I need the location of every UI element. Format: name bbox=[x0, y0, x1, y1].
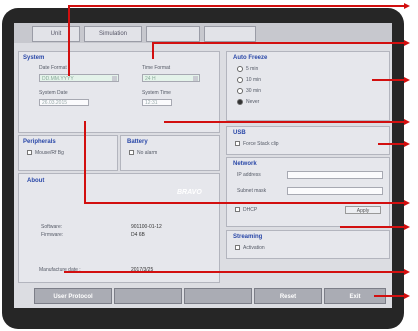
callout-line-time-format-drop bbox=[152, 42, 154, 59]
system-title: System bbox=[23, 55, 45, 61]
battery-panel: Battery No alarm bbox=[120, 135, 220, 171]
callout-arrow-icon bbox=[404, 269, 410, 275]
auto-freeze-radio-never[interactable] bbox=[237, 99, 243, 105]
streaming-checkbox[interactable] bbox=[235, 245, 240, 250]
peripherals-option-label: Mouse/Rf Bg bbox=[35, 150, 64, 156]
about-title: About bbox=[27, 178, 45, 184]
callout-arrow-icon bbox=[404, 40, 410, 46]
auto-freeze-panel: Auto Freeze 5 min 10 min 30 min Never bbox=[226, 51, 390, 121]
usb-panel: USB Force Stack clip bbox=[226, 126, 390, 155]
dhcp-label: DHCP bbox=[243, 207, 258, 213]
software-label: Software: bbox=[41, 224, 63, 230]
auto-freeze-option-label: Never bbox=[246, 99, 260, 105]
tab-4[interactable] bbox=[204, 26, 256, 42]
auto-freeze-option-label: 30 min bbox=[246, 88, 262, 94]
callout-line-network bbox=[340, 226, 404, 228]
auto-freeze-option-label: 5 min bbox=[246, 66, 259, 72]
callout-line-about bbox=[64, 271, 404, 273]
streaming-title: Streaming bbox=[233, 234, 263, 240]
auto-freeze-radio-30min[interactable] bbox=[237, 88, 243, 94]
callout-arrow-icon bbox=[404, 200, 410, 206]
date-format-value: DD.MM.YYYY bbox=[42, 76, 74, 82]
callout-line-usb bbox=[378, 143, 404, 145]
ip-address-input[interactable] bbox=[287, 171, 383, 179]
callout-line-exit bbox=[374, 295, 404, 297]
callout-arrow-icon bbox=[404, 3, 410, 9]
about-panel: About BRAVO Software: 901100-01-12 Firmw… bbox=[18, 173, 220, 283]
auto-freeze-radio-10min[interactable] bbox=[237, 77, 243, 83]
peripherals-panel: Peripherals Mouse/Rf Bg bbox=[18, 135, 118, 171]
callout-line-system bbox=[68, 5, 404, 7]
callout-arrow-icon bbox=[404, 141, 410, 147]
user-protocol-button[interactable]: User Protocol bbox=[34, 288, 112, 304]
time-format-value: 24 H bbox=[145, 76, 156, 82]
callout-line-system-date-drop bbox=[84, 121, 86, 204]
firmware-value: D4 6B bbox=[131, 232, 145, 238]
network-title: Network bbox=[233, 161, 257, 167]
time-format-select[interactable]: 24 H bbox=[142, 74, 200, 82]
chevron-down-icon bbox=[193, 76, 198, 81]
settings-screen: Unit Simulation System Date Format DD.MM… bbox=[14, 23, 392, 308]
system-time-field[interactable]: 12:31 bbox=[142, 99, 172, 106]
tab-bar: Unit Simulation bbox=[14, 23, 392, 43]
ip-address-label: IP address bbox=[237, 172, 261, 178]
chevron-down-icon bbox=[112, 76, 117, 81]
callout-line-time-format bbox=[152, 42, 404, 44]
tab-3[interactable] bbox=[146, 26, 200, 42]
battery-option-label: No alarm bbox=[137, 150, 158, 156]
software-value: 901100-01-12 bbox=[131, 224, 162, 230]
brand-logo: BRAVO bbox=[177, 189, 202, 196]
usb-title: USB bbox=[233, 130, 246, 136]
subnet-mask-label: Subnet mask bbox=[237, 188, 267, 194]
reset-button[interactable]: Reset bbox=[254, 288, 322, 304]
peripherals-title: Peripherals bbox=[23, 139, 56, 145]
streaming-panel: Streaming Activation bbox=[226, 230, 390, 259]
network-panel: Network IP address Subnet mask DHCP Appl… bbox=[226, 157, 390, 227]
firmware-label: Firmware: bbox=[41, 232, 64, 238]
battery-checkbox[interactable] bbox=[129, 150, 134, 155]
auto-freeze-option-label: 10 min bbox=[246, 77, 262, 83]
callout-line-system-time bbox=[164, 121, 404, 123]
date-format-select[interactable]: DD.MM.YYYY bbox=[39, 74, 119, 82]
system-date-field[interactable]: 26.03.2015 bbox=[39, 99, 89, 106]
callout-line-auto-freeze bbox=[372, 79, 404, 81]
usb-option-label: Force Stack clip bbox=[243, 141, 279, 147]
system-date-label: System Date bbox=[39, 90, 68, 96]
callout-arrow-icon bbox=[404, 77, 410, 83]
callout-line-system-drop bbox=[68, 5, 70, 76]
callout-line-system-date bbox=[84, 202, 404, 204]
streaming-option-label: Activation bbox=[243, 245, 265, 251]
tab-unit[interactable]: Unit bbox=[32, 26, 80, 42]
subnet-mask-input[interactable] bbox=[287, 187, 383, 195]
time-format-label: Time Format bbox=[142, 65, 171, 71]
tab-simulation[interactable]: Simulation bbox=[84, 26, 142, 42]
date-format-label: Date Format bbox=[39, 65, 67, 71]
bottom-button-2[interactable] bbox=[114, 288, 182, 304]
callout-arrow-icon bbox=[404, 224, 410, 230]
auto-freeze-title: Auto Freeze bbox=[233, 55, 268, 61]
bottom-button-3[interactable] bbox=[184, 288, 252, 304]
apply-button[interactable]: Apply bbox=[345, 206, 381, 214]
usb-checkbox[interactable] bbox=[235, 141, 240, 146]
callout-arrow-icon bbox=[404, 293, 410, 299]
battery-title: Battery bbox=[127, 139, 148, 145]
auto-freeze-radio-5min[interactable] bbox=[237, 66, 243, 72]
system-time-label: System Time bbox=[142, 90, 171, 96]
dhcp-checkbox[interactable] bbox=[235, 207, 240, 212]
callout-arrow-icon bbox=[404, 119, 410, 125]
peripherals-checkbox[interactable] bbox=[27, 150, 32, 155]
